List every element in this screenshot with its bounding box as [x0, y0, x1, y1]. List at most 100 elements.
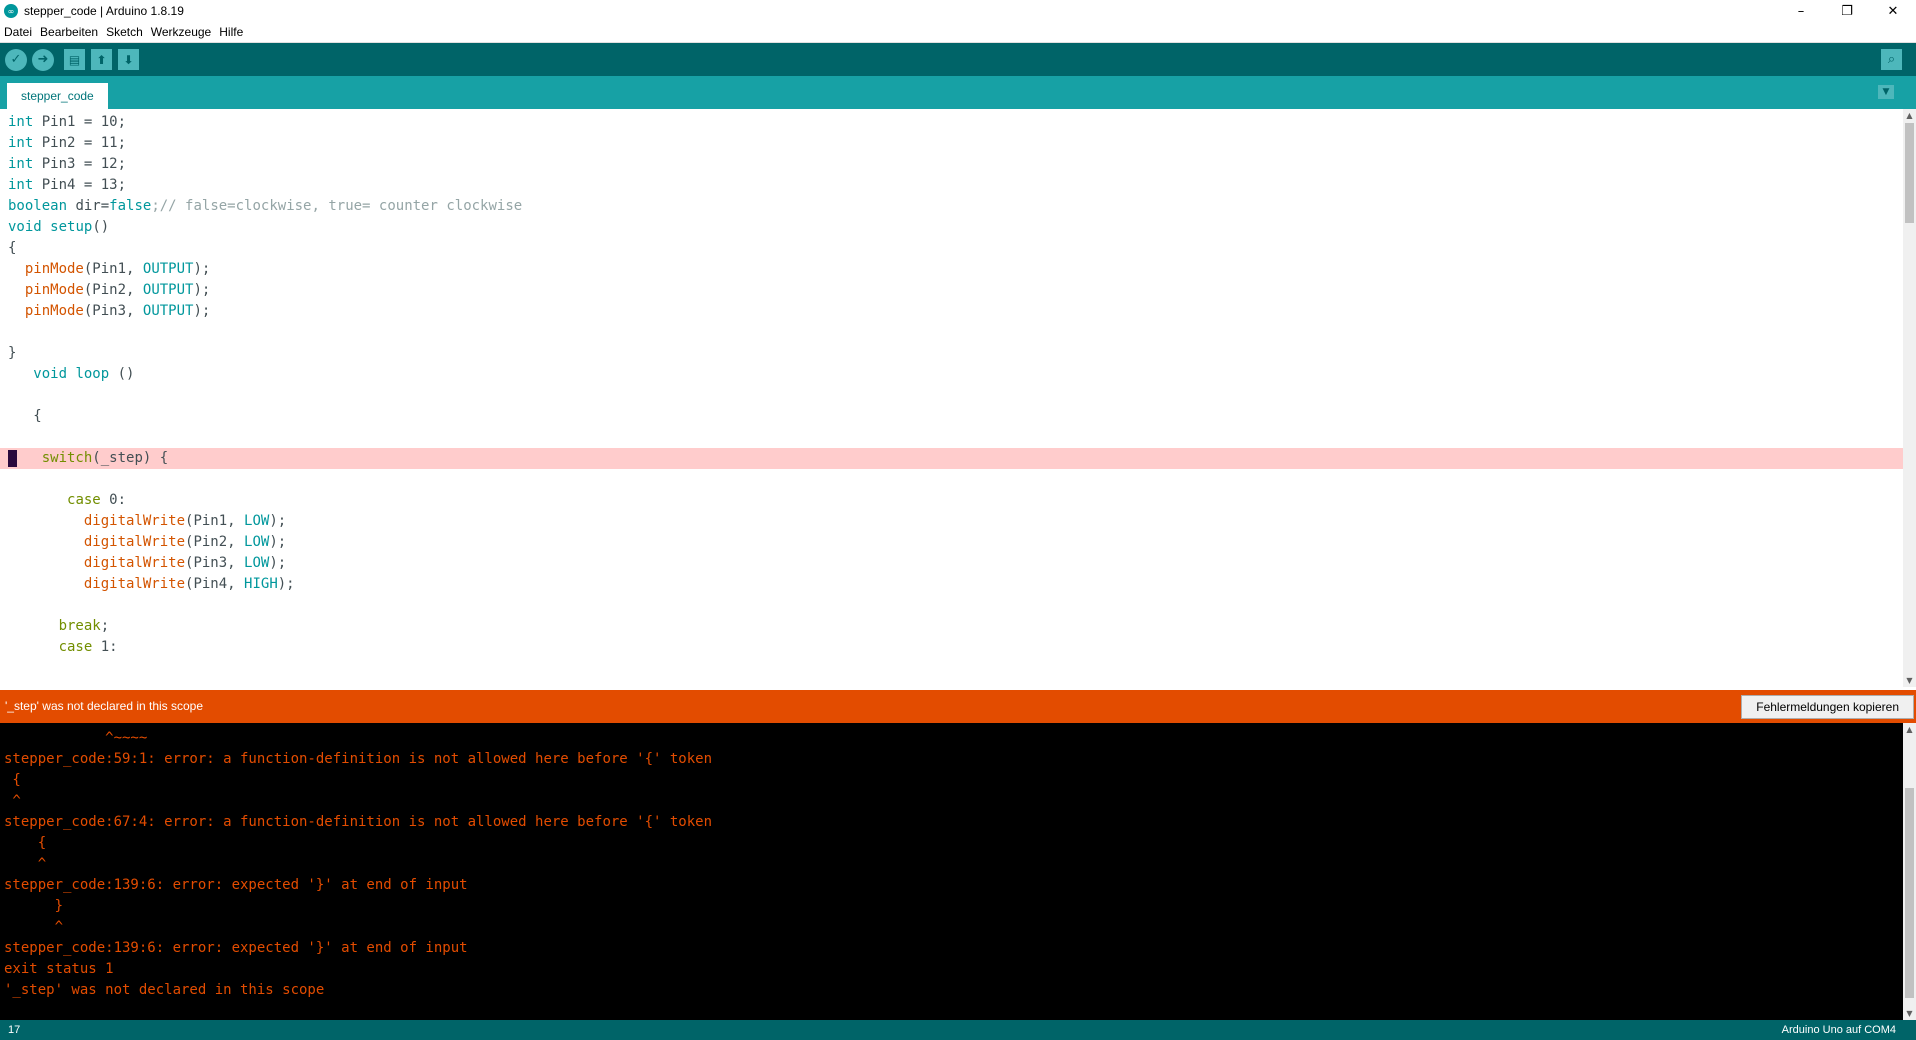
- code-lines: int Pin1 = 10; int Pin2 = 11; int Pin3 = 1…: [0, 112, 1904, 679]
- code-token: {: [8, 240, 17, 256]
- new-button[interactable]: ▤: [64, 49, 85, 70]
- tab-bar: stepper_code ▼: [0, 76, 1916, 109]
- code-token: false: [109, 198, 152, 214]
- console-scroll-thumb[interactable]: [1905, 788, 1914, 998]
- console-line: {: [4, 772, 21, 788]
- error-highlighted-line: switch(_step) {: [0, 448, 1904, 469]
- verify-button[interactable]: ✓: [5, 48, 27, 71]
- code-line: break;: [0, 616, 1904, 637]
- text-cursor: [8, 450, 17, 467]
- code-token: (Pin1,: [185, 513, 245, 529]
- code-line: void setup(): [0, 217, 1904, 238]
- code-line: digitalWrite(Pin2, LOW);: [0, 532, 1904, 553]
- code-token: (): [109, 366, 135, 382]
- menu-datei[interactable]: Datei: [0, 25, 36, 39]
- code-token: int: [8, 156, 34, 172]
- arrow-up-icon: ⬆: [96, 52, 107, 67]
- code-line: int Pin1 = 10;: [0, 112, 1904, 133]
- code-line: }: [0, 343, 1904, 364]
- code-editor[interactable]: int Pin1 = 10; int Pin2 = 11; int Pin3 = 1…: [0, 109, 1916, 687]
- code-token: digitalWrite: [83, 555, 186, 571]
- code-token: switch: [41, 450, 93, 466]
- code-token: OUTPUT: [142, 282, 194, 298]
- code-line: pinMode(Pin2, OUTPUT);: [0, 280, 1904, 301]
- code-token: );: [269, 513, 287, 529]
- code-line: int Pin2 = 11;: [0, 133, 1904, 154]
- code-token: loop: [75, 366, 110, 382]
- console-line: exit status 1: [4, 961, 114, 977]
- code-token: (Pin3,: [185, 555, 245, 571]
- code-token: digitalWrite: [83, 513, 186, 529]
- code-token: ;: [100, 618, 110, 634]
- code-token: );: [269, 534, 287, 550]
- editor-scrollbar[interactable]: ▲ ▼: [1903, 109, 1916, 687]
- code-line: case 1:: [0, 637, 1904, 658]
- code-line: {: [0, 406, 1904, 427]
- arrow-down-icon: ⬇: [123, 52, 134, 67]
- console-scroll-down-icon[interactable]: ▼: [1903, 1007, 1916, 1020]
- console-line: stepper_code:139:6: error: expected '}' …: [4, 940, 468, 956]
- maximize-button[interactable]: ❐: [1824, 0, 1870, 22]
- chevron-down-icon: ▼: [1882, 87, 1890, 97]
- code-token: case: [58, 639, 93, 655]
- code-token: LOW: [244, 513, 270, 529]
- code-token: pinMode: [24, 261, 84, 277]
- console-scrollbar[interactable]: ▲ ▼: [1903, 723, 1916, 1020]
- code-token: );: [193, 303, 211, 319]
- tab-menu-button[interactable]: ▼: [1878, 85, 1894, 99]
- code-token: OUTPUT: [142, 261, 194, 277]
- minimize-button[interactable]: –: [1778, 0, 1824, 22]
- code-token: int: [8, 177, 34, 193]
- code-token: {: [8, 408, 42, 424]
- code-token: );: [193, 261, 211, 277]
- save-button[interactable]: ⬇: [118, 49, 139, 70]
- console-line: '_step' was not declared in this scope: [4, 982, 325, 998]
- code-line: digitalWrite(Pin3, LOW);: [0, 553, 1904, 574]
- editor-scroll-thumb[interactable]: [1905, 123, 1914, 223]
- scroll-down-icon[interactable]: ▼: [1903, 674, 1916, 687]
- code-token: 0:: [100, 492, 127, 508]
- tab-stepper-code[interactable]: stepper_code: [7, 83, 108, 109]
- upload-button[interactable]: ➜: [32, 48, 54, 71]
- magnifier-icon: ⌕: [1887, 52, 1896, 67]
- copy-error-messages-button[interactable]: Fehlermeldungen kopieren: [1741, 695, 1914, 719]
- code-line: case 0:: [0, 490, 1904, 511]
- error-message: '_step' was not declared in this scope: [5, 699, 204, 713]
- code-token: );: [269, 555, 287, 571]
- serial-monitor-button[interactable]: ⌕: [1881, 49, 1902, 70]
- close-button[interactable]: ✕: [1870, 0, 1916, 22]
- code-token: Pin1 = 10;: [33, 114, 127, 130]
- code-token: case: [67, 492, 101, 508]
- code-token: int: [8, 114, 34, 130]
- scroll-up-icon[interactable]: ▲: [1903, 109, 1916, 122]
- console-line: {: [4, 835, 47, 851]
- menu-bearbeiten[interactable]: Bearbeiten: [36, 25, 102, 39]
- code-token: (Pin4,: [185, 576, 245, 592]
- console-line: ^: [4, 919, 64, 935]
- code-token: pinMode: [24, 303, 84, 319]
- code-token: (Pin2,: [185, 534, 245, 550]
- console-output[interactable]: ^~~~~ stepper_code:59:1: error: a functio…: [0, 723, 1916, 1020]
- code-line: digitalWrite(Pin4, HIGH);: [0, 574, 1904, 595]
- code-line: boolean dir=false;// false=clockwise, tr…: [0, 196, 1904, 217]
- menu-sketch[interactable]: Sketch: [102, 25, 147, 39]
- open-button[interactable]: ⬆: [91, 49, 112, 70]
- menu-hilfe[interactable]: Hilfe: [215, 25, 247, 39]
- menu-werkzeuge[interactable]: Werkzeuge: [147, 25, 215, 39]
- code-line: int Pin4 = 13;: [0, 175, 1904, 196]
- console-scroll-up-icon[interactable]: ▲: [1903, 723, 1916, 736]
